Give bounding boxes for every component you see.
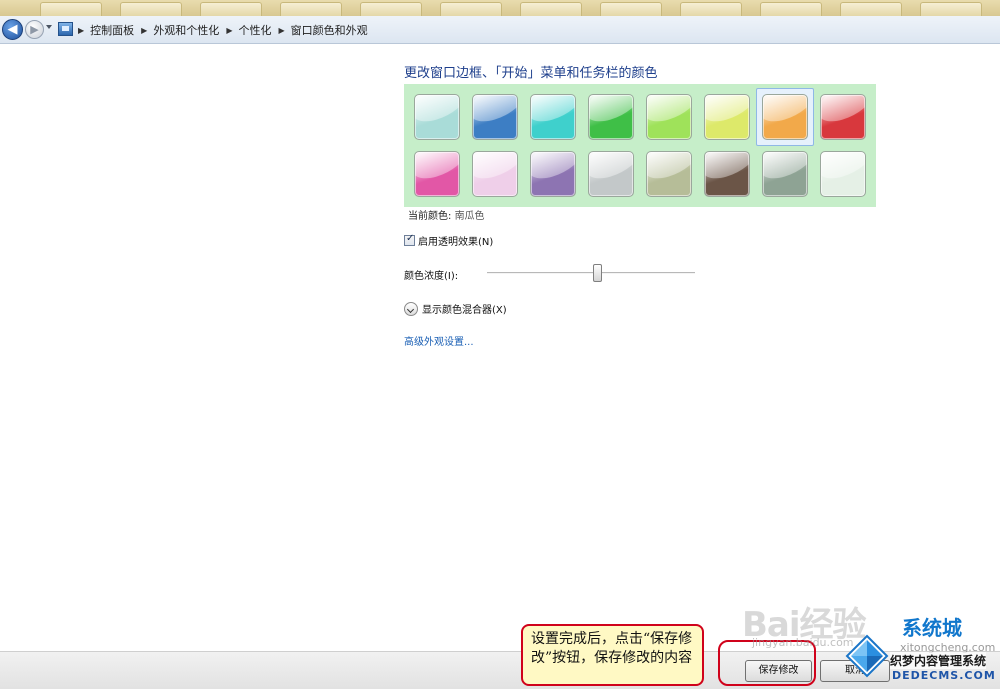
tab[interactable] bbox=[440, 2, 502, 16]
color-swatch-taupe[interactable] bbox=[646, 151, 692, 197]
dedecms-url-watermark: DEDECMS.COM bbox=[892, 669, 996, 682]
forward-button[interactable]: ▶ bbox=[25, 20, 44, 39]
transparency-label[interactable]: 启用透明效果(N) bbox=[418, 233, 493, 248]
color-palette bbox=[404, 84, 876, 207]
breadcrumb-separator-icon[interactable]: ▶ bbox=[278, 26, 284, 35]
tab[interactable] bbox=[280, 2, 342, 16]
color-swatch-lemon[interactable] bbox=[704, 94, 750, 140]
color-mixer-toggle[interactable]: 显示颜色混合器(X) bbox=[404, 301, 507, 316]
current-color-label: 当前颜色: bbox=[408, 211, 452, 222]
recent-pages-dropdown-icon[interactable] bbox=[46, 25, 52, 29]
tab[interactable] bbox=[40, 2, 102, 16]
tab[interactable] bbox=[920, 2, 982, 16]
advanced-appearance-link[interactable]: 高级外观设置... bbox=[404, 333, 474, 348]
color-swatch-ruby[interactable] bbox=[820, 94, 866, 140]
color-swatch-leaf[interactable] bbox=[588, 94, 634, 140]
window: ◀ ▶ ▶ 控制面板 ▶ 外观和个性化 ▶ 个性化 ▶ 窗口颜色和外观 更改窗口… bbox=[0, 0, 1000, 689]
address-bar: ◀ ▶ ▶ 控制面板 ▶ 外观和个性化 ▶ 个性化 ▶ 窗口颜色和外观 bbox=[0, 16, 1000, 44]
breadcrumb-item-window-color[interactable]: 窗口颜色和外观 bbox=[291, 22, 368, 38]
color-swatch-twilight[interactable] bbox=[472, 94, 518, 140]
breadcrumb-separator-icon[interactable]: ▶ bbox=[226, 26, 232, 35]
color-swatch-frost[interactable] bbox=[820, 151, 866, 197]
xitongcheng-watermark: 系统城 bbox=[902, 616, 962, 640]
intensity-label: 颜色浓度(I): bbox=[404, 271, 459, 282]
tab[interactable] bbox=[680, 2, 742, 16]
jingyan-watermark: jingyan.baidu.com bbox=[752, 636, 854, 649]
intensity-slider-track[interactable] bbox=[487, 272, 695, 274]
instruction-callout: 设置完成后，点击“保存修改”按钮，保存修改的内容 bbox=[521, 624, 704, 686]
color-mixer-label[interactable]: 显示颜色混合器(X) bbox=[422, 301, 507, 316]
page-title: 更改窗口边框、「开始」菜单和任务栏的颜色 bbox=[404, 66, 658, 81]
tab[interactable] bbox=[360, 2, 422, 16]
tab-strip bbox=[0, 0, 1000, 16]
tab[interactable] bbox=[520, 2, 582, 16]
forward-arrow-icon: ▶ bbox=[30, 23, 39, 36]
breadcrumb-separator-icon: ▶ bbox=[78, 25, 85, 35]
color-swatch-sea[interactable] bbox=[530, 94, 576, 140]
color-swatch-lavender[interactable] bbox=[588, 151, 634, 197]
transparency-option[interactable]: 启用透明效果(N) bbox=[404, 233, 493, 248]
color-swatch-lime[interactable] bbox=[646, 94, 692, 140]
back-arrow-icon: ◀ bbox=[7, 22, 18, 37]
breadcrumb-item-control-panel[interactable]: 控制面板 bbox=[90, 22, 134, 38]
color-swatch-chocolate[interactable] bbox=[704, 151, 750, 197]
expand-chevron-icon[interactable] bbox=[404, 301, 418, 316]
color-swatch-fuchsia[interactable] bbox=[414, 151, 460, 197]
dedecms-watermark: 织梦内容管理系统 bbox=[890, 652, 987, 669]
tab[interactable] bbox=[600, 2, 662, 16]
breadcrumb-item-personalization[interactable]: 个性化 bbox=[238, 22, 271, 38]
transparency-checkbox[interactable] bbox=[404, 233, 415, 246]
breadcrumb-separator-icon[interactable]: ▶ bbox=[141, 26, 147, 35]
tab[interactable] bbox=[760, 2, 822, 16]
back-button[interactable]: ◀ bbox=[2, 19, 23, 40]
tab[interactable] bbox=[120, 2, 182, 16]
tab[interactable] bbox=[200, 2, 262, 16]
tab[interactable] bbox=[840, 2, 902, 16]
breadcrumb-item-appearance[interactable]: 外观和个性化 bbox=[153, 22, 219, 38]
color-swatch-violet[interactable] bbox=[530, 151, 576, 197]
current-color-text: 当前颜色: 南瓜色 bbox=[408, 207, 485, 222]
current-color-value: 南瓜色 bbox=[454, 211, 485, 222]
color-swatch-slate[interactable] bbox=[762, 151, 808, 197]
color-swatch-pumpkin[interactable] bbox=[762, 94, 808, 140]
xitongcheng-logo-icon bbox=[845, 634, 889, 678]
control-panel-icon bbox=[58, 22, 73, 36]
intensity-slider-thumb[interactable] bbox=[593, 264, 602, 282]
breadcrumb: ▶ 控制面板 ▶ 外观和个性化 ▶ 个性化 ▶ 窗口颜色和外观 bbox=[78, 22, 375, 38]
color-swatch-sky[interactable] bbox=[414, 94, 460, 140]
color-swatch-blush[interactable] bbox=[472, 151, 518, 197]
